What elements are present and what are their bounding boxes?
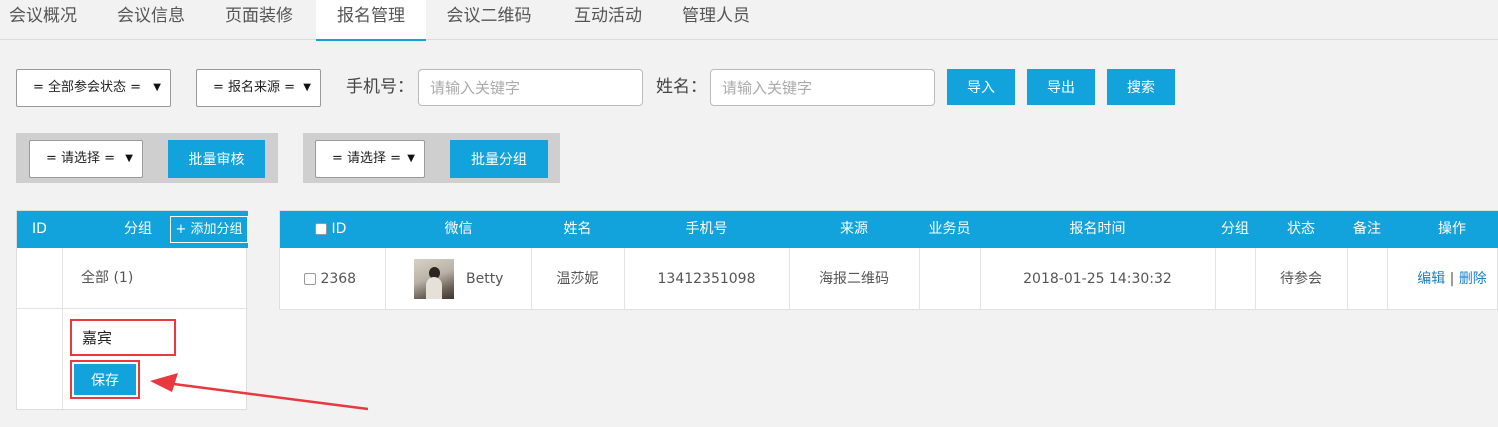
group-table-header: ID 分组 + 添加分组 [17, 211, 248, 248]
phone-label: 手机号： [346, 77, 414, 97]
divider [1215, 248, 1216, 310]
row-group [1215, 248, 1255, 310]
group-col-name: 分组 [124, 221, 152, 237]
select-all-checkbox[interactable] [315, 223, 327, 235]
col-wechat: 微信 [444, 221, 473, 237]
divider [624, 248, 625, 310]
save-highlight: 保存 [70, 360, 140, 399]
tab-activities[interactable]: 互动活动 [558, 0, 658, 40]
row-name: 温莎妮 [556, 271, 599, 287]
status-select[interactable]: = 全部参会状态 = ▼ [16, 69, 171, 107]
import-button[interactable]: 导入 [947, 69, 1015, 105]
divider [17, 308, 248, 309]
tab-bar: 会议概况 会议信息 页面装修 报名管理 会议二维码 互动活动 管理人员 [0, 0, 1498, 41]
status-select-value: = 全部参会状态 = [33, 80, 142, 95]
col-salesman: 业务员 [928, 221, 971, 237]
tab-meeting-info[interactable]: 会议信息 [101, 0, 201, 40]
divider [385, 248, 386, 310]
registrants-table: ID 微信 姓名 手机号 来源 业务员 报名时间 分组 状态 备注 操作 236… [279, 210, 1498, 310]
col-name: 姓名 [563, 221, 592, 237]
tab-qrcode[interactable]: 会议二维码 [434, 0, 544, 40]
col-phone: 手机号 [685, 221, 728, 237]
col-status: 状态 [1287, 221, 1315, 237]
chevron-down-icon: ▼ [125, 153, 133, 164]
name-input[interactable] [710, 69, 935, 106]
tab-page-design[interactable]: 页面装修 [209, 0, 309, 40]
row-source: 海报二维码 [819, 271, 889, 287]
avatar-body [425, 277, 442, 299]
col-actions: 操作 [1438, 221, 1466, 237]
tab-registration[interactable]: 报名管理 [316, 0, 426, 41]
chevron-down-icon: ▼ [153, 82, 161, 93]
batch-group-select-value: = 请选择 = [332, 151, 402, 166]
chevron-down-icon: ▼ [407, 153, 415, 164]
col-id-label: ID [331, 221, 347, 237]
divider [531, 248, 532, 310]
row-salesman [919, 248, 980, 310]
divider [980, 248, 981, 310]
divider [1387, 248, 1388, 310]
batch-group-select[interactable]: = 请选择 = ▼ [315, 140, 425, 178]
divider [1347, 248, 1348, 310]
annotation-arrow [150, 373, 369, 411]
col-group: 分组 [1221, 221, 1249, 237]
row-actions: 编辑 | 删除 [1387, 248, 1498, 310]
new-group-input[interactable] [70, 319, 176, 356]
row-wechat-cell: Betty [386, 248, 531, 310]
delete-link[interactable]: 删除 [1459, 271, 1487, 287]
col-time: 报名时间 [1069, 221, 1126, 237]
edit-link[interactable]: 编辑 [1417, 271, 1445, 287]
phone-input[interactable] [418, 69, 643, 106]
row-status: 待参会 [1280, 271, 1322, 287]
avatar [413, 259, 454, 299]
group-col-id: ID [32, 221, 47, 237]
divider [789, 248, 790, 310]
name-label: 姓名： [656, 77, 707, 97]
action-separator: | [1449, 271, 1455, 287]
save-button[interactable]: 保存 [74, 364, 136, 395]
row-note [1347, 248, 1387, 310]
chevron-down-icon: ▼ [303, 82, 311, 93]
row-time: 2018-01-25 14:30:32 [1023, 271, 1172, 287]
source-select-value: = 报名来源 = [213, 80, 296, 95]
col-id: ID [315, 211, 355, 248]
add-group-button[interactable]: + 添加分组 [170, 216, 248, 243]
registrants-table-header: ID 微信 姓名 手机号 来源 业务员 报名时间 分组 状态 备注 操作 [280, 211, 1498, 248]
row-wechat: Betty [465, 271, 504, 287]
row-phone: 13412351098 [657, 271, 756, 287]
tab-overview[interactable]: 会议概况 [0, 0, 86, 40]
tab-managers[interactable]: 管理人员 [666, 0, 766, 40]
row-id-cell: 2368 [304, 248, 384, 310]
batch-audit-select-value: = 请选择 = [46, 151, 116, 166]
col-note: 备注 [1353, 221, 1381, 237]
divider [1255, 248, 1256, 310]
search-button[interactable]: 搜索 [1107, 69, 1175, 105]
source-select[interactable]: = 报名来源 = ▼ [196, 69, 321, 107]
row-checkbox[interactable] [304, 273, 316, 285]
group-item-all[interactable]: 全部 (1) [81, 248, 133, 308]
row-id: 2368 [320, 271, 357, 287]
batch-group-button[interactable]: 批量分组 [450, 140, 548, 178]
divider [62, 248, 63, 411]
divider [919, 248, 920, 310]
batch-audit-select[interactable]: = 请选择 = ▼ [29, 140, 143, 178]
batch-audit-button[interactable]: 批量审核 [168, 140, 265, 178]
col-source: 来源 [840, 221, 868, 237]
export-button[interactable]: 导出 [1027, 69, 1095, 105]
